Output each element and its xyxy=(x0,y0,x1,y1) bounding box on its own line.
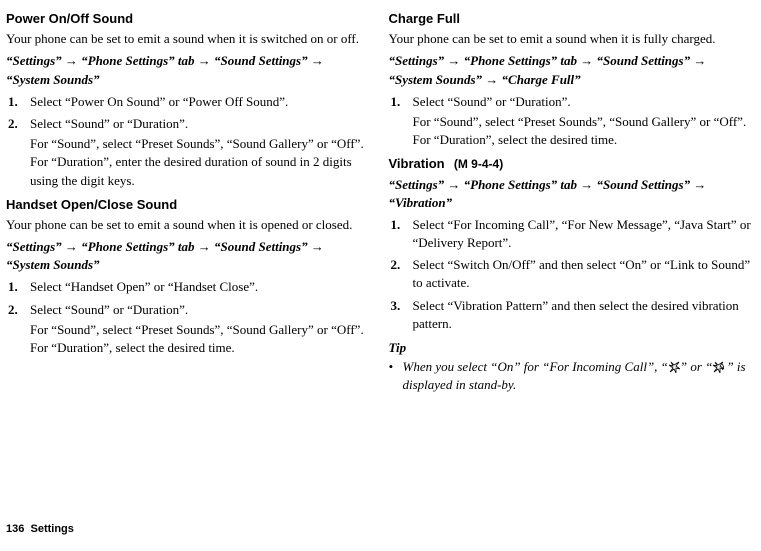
step-text: Select “Sound” or “Duration”. xyxy=(413,94,571,109)
step-text: Select “Handset Open” or “Handset Close”… xyxy=(30,278,371,296)
step-number: 1. xyxy=(6,278,30,296)
chapter-name: Settings xyxy=(30,523,73,535)
step-text: Select “Power On Sound” or “Power Off So… xyxy=(30,93,371,111)
step: 2. Select “Sound” or “Duration”. For “So… xyxy=(6,301,371,358)
vibration-sound-icon xyxy=(712,359,726,374)
tip-body: • When you select “On” for “For Incoming… xyxy=(389,358,754,394)
steps-charge: 1. Select “Sound” or “Duration”. For “So… xyxy=(389,93,754,150)
step-body: Select “Sound” or “Duration”. For “Sound… xyxy=(413,93,754,150)
section-title-charge: Charge Full xyxy=(389,10,754,28)
intro-handset: Your phone can be set to emit a sound wh… xyxy=(6,216,371,234)
path-power: “Settings” → “Phone Settings” tab → “Sou… xyxy=(6,52,371,88)
step-number: 1. xyxy=(6,93,30,111)
step: 1. Select “Handset Open” or “Handset Clo… xyxy=(6,278,371,296)
section-heading-vibration: Vibration (M 9-4-4) xyxy=(389,155,754,173)
intro-charge: Your phone can be set to emit a sound wh… xyxy=(389,30,754,48)
section-title-power: Power On/Off Sound xyxy=(6,10,371,28)
step: 1. Select “For Incoming Call”, “For New … xyxy=(389,216,754,252)
tip-text-pre: When you select “On” for “For Incoming C… xyxy=(403,359,668,374)
path-vibration: “Settings” → “Phone Settings” tab → “Sou… xyxy=(389,176,754,212)
step-subtext: For “Sound”, select “Preset Sounds”, “So… xyxy=(30,321,371,357)
section-title-vibration: Vibration xyxy=(389,156,445,171)
step-number: 2. xyxy=(6,301,30,358)
intro-power: Your phone can be set to emit a sound wh… xyxy=(6,30,371,48)
step-number: 1. xyxy=(389,216,413,252)
step-number: 3. xyxy=(389,297,413,333)
step-subtext: For “Sound”, select “Preset Sounds”, “So… xyxy=(30,135,371,190)
step-text: Select “Switch On/Off” and then select “… xyxy=(413,256,754,292)
path-charge: “Settings” → “Phone Settings” tab → “Sou… xyxy=(389,52,754,88)
page-footer: 136 Settings xyxy=(6,522,74,537)
page-number: 136 xyxy=(6,523,24,535)
steps-power: 1. Select “Power On Sound” or “Power Off… xyxy=(6,93,371,190)
step-subtext: For “Sound”, select “Preset Sounds”, “So… xyxy=(413,113,754,149)
path-handset: “Settings” → “Phone Settings” tab → “Sou… xyxy=(6,238,371,274)
step-number: 2. xyxy=(6,115,30,190)
step-text: Select “Sound” or “Duration”. xyxy=(30,116,188,131)
steps-handset: 1. Select “Handset Open” or “Handset Clo… xyxy=(6,278,371,357)
tip-text-mid: ” or “ xyxy=(680,359,713,374)
step: 1. Select “Sound” or “Duration”. For “So… xyxy=(389,93,754,150)
vibration-icon xyxy=(668,359,680,374)
section-title-handset: Handset Open/Close Sound xyxy=(6,196,371,214)
tip-text: When you select “On” for “For Incoming C… xyxy=(403,358,754,394)
page-body: Power On/Off Sound Your phone can be set… xyxy=(0,0,761,516)
step: 2. Select “Switch On/Off” and then selec… xyxy=(389,256,754,292)
steps-vibration: 1. Select “For Incoming Call”, “For New … xyxy=(389,216,754,333)
left-column: Power On/Off Sound Your phone can be set… xyxy=(6,6,371,516)
step-body: Select “Sound” or “Duration”. For “Sound… xyxy=(30,115,371,190)
step-body: Select “Sound” or “Duration”. For “Sound… xyxy=(30,301,371,358)
tip-bullet: • xyxy=(389,358,403,394)
step: 1. Select “Power On Sound” or “Power Off… xyxy=(6,93,371,111)
step: 2. Select “Sound” or “Duration”. For “So… xyxy=(6,115,371,190)
step-number: 1. xyxy=(389,93,413,150)
step-text: Select “For Incoming Call”, “For New Mes… xyxy=(413,216,754,252)
tip-label: Tip xyxy=(389,339,754,357)
step: 3. Select “Vibration Pattern” and then s… xyxy=(389,297,754,333)
step-text: Select “Sound” or “Duration”. xyxy=(30,302,188,317)
step-text: Select “Vibration Pattern” and then sele… xyxy=(413,297,754,333)
right-column: Charge Full Your phone can be set to emi… xyxy=(389,6,754,516)
menu-code: (M 9-4-4) xyxy=(454,157,503,171)
step-number: 2. xyxy=(389,256,413,292)
